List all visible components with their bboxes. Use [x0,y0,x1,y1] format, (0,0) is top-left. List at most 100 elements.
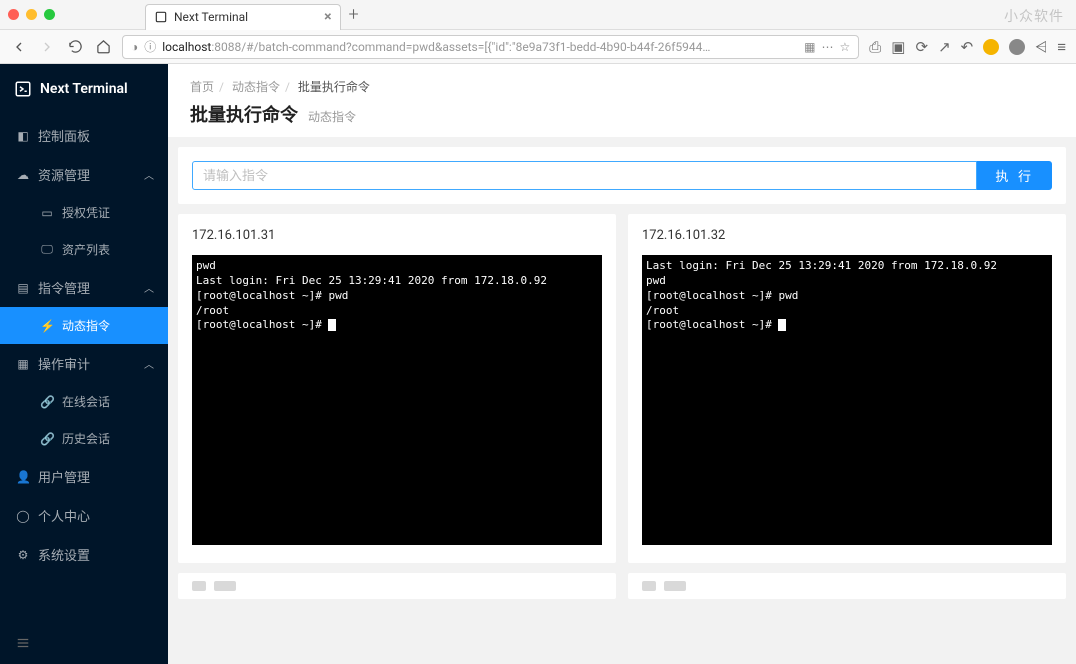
back-button[interactable] [10,38,28,56]
sidebar-item[interactable]: 🔗 历史会话 [0,420,168,457]
collapse-icon [16,636,30,650]
browser-nav-bar: ◑ ⓘ localhost:8088/#/batch-command?comma… [0,30,1076,64]
bolt-icon: ⚡ [40,319,54,333]
library-icon[interactable]: ⎙ [869,38,881,56]
code-icon: ▤ [16,281,30,295]
sidebar-item-label: 资产列表 [62,241,110,258]
tab-title: Next Terminal [174,10,248,24]
maximize-window-icon[interactable] [44,9,55,20]
extension-icon[interactable] [983,39,999,55]
sidebar-item[interactable]: ☁资源管理︿ [0,155,168,194]
sidebar-item-label: 系统设置 [38,545,90,564]
sidebar-item[interactable]: 🖵 资产列表 [0,231,168,268]
close-window-icon[interactable] [8,9,19,20]
home-button[interactable] [94,38,112,56]
terminal-card: 172.16.101.31 pwd Last login: Fri Dec 25 … [178,214,616,563]
brand-text: Next Terminal [40,81,128,97]
chevron-up-icon: ︿ [144,356,154,371]
tab-close-button[interactable]: × [324,9,331,25]
toolbar-right: ⎙ ▣ ⟳ ↗ ↶ ⩤ ≡ [869,38,1066,56]
share-icon[interactable]: ↗ [938,38,951,56]
browser-tab[interactable]: Next Terminal × [145,4,341,30]
undo-icon[interactable]: ↶ [961,38,974,56]
forward-button[interactable] [38,38,56,56]
terminal-output[interactable]: pwd Last login: Fri Dec 25 13:29:41 2020… [192,255,602,545]
sync-icon[interactable]: ⟳ [915,38,928,56]
url-text: localhost:8088/#/batch-command?command=p… [162,40,798,54]
qr-icon[interactable]: ▦ [804,40,815,54]
idcard-icon: ▭ [40,206,54,220]
terminal-grid: 172.16.101.31 pwd Last login: Fri Dec 25 … [168,204,1076,573]
breadcrumb-item[interactable]: 首页 [190,80,214,94]
reload-button[interactable] [66,38,84,56]
breadcrumb-item: 批量执行命令 [298,80,370,94]
menu-icon[interactable]: ≡ [1057,38,1066,56]
link-icon: 🔗 [40,432,54,446]
dashboard-icon: ◧ [16,129,30,143]
link-icon: 🔗 [40,395,54,409]
new-tab-button[interactable]: + [349,4,359,25]
user-icon: 👤 [16,470,30,484]
command-input[interactable] [192,161,977,190]
breadcrumb-item[interactable]: 动态指令 [232,80,280,94]
chevron-up-icon: ︿ [144,280,154,295]
placeholder-bar [214,581,236,591]
sidebar-item[interactable]: ◧ 控制面板 [0,116,168,155]
window-controls [8,9,55,20]
execute-button[interactable]: 执 行 [977,161,1052,190]
terminal-ip: 172.16.101.32 [642,228,1052,243]
page-title: 批量执行命令 动态指令 [190,101,1054,127]
sidebar: Next Terminal ◧控制面板☁资源管理︿▭授权凭证🖵资产列表▤指令管理… [0,64,168,664]
sidebar-item[interactable]: ◯个人中心 [0,496,168,535]
sidebar-item-label: 在线会话 [62,393,110,410]
sidebar-icon[interactable]: ▣ [891,38,905,56]
extensions-icon[interactable]: ⩤ [1035,38,1047,56]
cursor-icon [328,319,336,331]
page-title-text: 批量执行命令 [190,101,298,127]
more-icon[interactable]: ⋯ [822,40,834,54]
sidebar-item[interactable]: ▦ 操作审计 ︿ [0,344,168,383]
card-footer [178,573,616,599]
terminal-ip: 172.16.101.31 [192,228,602,243]
sidebar-menu: ◧控制面板☁资源管理︿▭授权凭证🖵资产列表▤指令管理︿⚡动态指令▦操作审计︿🔗在… [0,116,168,574]
shield-icon: ◑ [131,40,138,54]
sidebar-item[interactable]: 👤用户管理 [0,457,168,496]
browser-tab-strip: Next Terminal × + 小众软件 [0,0,1076,30]
minimize-window-icon[interactable] [26,9,37,20]
sidebar-item-label: 操作审计 [38,354,90,373]
sidebar-collapse-button[interactable] [0,626,168,664]
content-area: 首页/ 动态指令/ 批量执行命令 批量执行命令 动态指令 执 行 172.16.… [168,64,1076,664]
command-bar: 执 行 [178,147,1066,204]
info-icon: ⓘ [144,38,156,55]
placeholder-bar [642,581,656,591]
cursor-icon [778,319,786,331]
brand-logo[interactable]: Next Terminal [0,64,168,116]
page-subtitle: 动态指令 [308,108,356,125]
app-container: Next Terminal ◧控制面板☁资源管理︿▭授权凭证🖵资产列表▤指令管理… [0,64,1076,664]
sidebar-item[interactable]: ▤指令管理︿ [0,268,168,307]
circle-icon: ◯ [16,509,30,523]
tab-favicon-icon [154,10,168,24]
card-footer [628,573,1066,599]
sidebar-item-label: 控制面板 [38,126,90,145]
chevron-up-icon: ︿ [144,167,154,182]
sidebar-item[interactable]: ▭ 授权凭证 [0,194,168,231]
page-header: 首页/ 动态指令/ 批量执行命令 批量执行命令 动态指令 [168,64,1076,137]
terminal-output[interactable]: Last login: Fri Dec 25 13:29:41 2020 fro… [642,255,1052,545]
bookmark-icon[interactable]: ☆ [840,40,851,54]
card-footer-row [168,573,1076,609]
desktop-icon: 🖵 [40,242,54,257]
audit-icon: ▦ [16,357,30,371]
sidebar-item-label: 历史会话 [62,430,110,447]
sidebar-item-label: 资源管理 [38,165,90,184]
sidebar-item[interactable]: 🔗 在线会话 [0,383,168,420]
placeholder-bar [192,581,206,591]
watermark-text: 小众软件 [1004,6,1064,26]
address-bar[interactable]: ◑ ⓘ localhost:8088/#/batch-command?comma… [122,35,859,59]
extension-icon[interactable] [1009,39,1025,55]
sidebar-item-label: 授权凭证 [62,204,110,221]
breadcrumb: 首页/ 动态指令/ 批量执行命令 [190,78,1054,95]
sidebar-item[interactable]: ⚡ 动态指令 [0,307,168,344]
sidebar-item[interactable]: ⚙系统设置 [0,535,168,574]
sidebar-item-label: 动态指令 [62,317,110,334]
